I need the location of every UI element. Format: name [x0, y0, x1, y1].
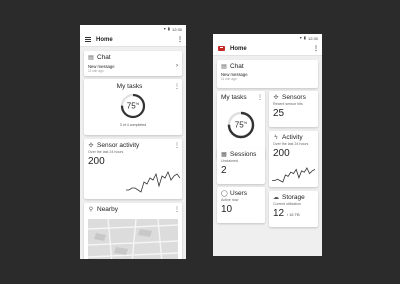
nearby-map[interactable]	[88, 219, 178, 259]
sensor-value: 200	[88, 156, 105, 167]
cloud-icon: ☁	[273, 195, 279, 201]
tasks-percent: 75%	[234, 120, 248, 130]
more-vert-icon[interactable]: ⋮	[174, 143, 180, 149]
storage-value: 12 / 16 TB	[269, 206, 318, 219]
location-pin-icon: ⚲	[88, 207, 94, 213]
tasks-title: My tasks	[116, 83, 143, 90]
battery-icon: ▮	[167, 26, 170, 31]
app-bar: Home ⋮	[213, 42, 322, 56]
phone-screen-right: ▾ ▮ 12:30 Home ⋮ ▤ Chat New message 11 m…	[213, 34, 322, 256]
more-vert-icon[interactable]: ⋮	[177, 37, 183, 43]
chat-icon: ▤	[88, 55, 94, 61]
chat-card[interactable]: ▤ Chat New message › 11 min ago	[84, 51, 182, 76]
sensors-value: 25	[273, 108, 285, 119]
tasks-caption: 3 of 4 completed	[119, 123, 147, 127]
chat-time: 11 min ago	[221, 77, 237, 81]
sensors-title: Sensors	[282, 94, 306, 101]
storage-used: 12	[273, 208, 285, 219]
nearby-card[interactable]: ⚲ Nearby ⋮	[84, 203, 182, 259]
users-value: 10	[221, 204, 233, 215]
sessions-card[interactable]: ▦ Sessions Unclaimed 2	[217, 148, 265, 184]
storage-card[interactable]: ☁ Storage Current utilization 12 / 16 TB	[269, 191, 318, 227]
wifi-icon: ▾	[163, 26, 166, 31]
app-bar: Home ⋮	[80, 33, 186, 47]
activity-value: 200	[273, 148, 290, 159]
more-vert-icon[interactable]: ⋮	[174, 84, 180, 90]
lightning-icon: ϟ	[274, 134, 278, 141]
tasks-title: My tasks	[221, 94, 247, 101]
sensor-icon: ✣	[273, 95, 279, 101]
more-vert-icon[interactable]: ⋮	[313, 46, 319, 52]
chat-message: New message	[88, 63, 115, 69]
sensor-title: Sensor activity	[97, 142, 140, 149]
status-bar: ▾ ▮ 12:30	[213, 34, 322, 42]
storage-unit: / 16 TB	[286, 212, 300, 217]
sensor-activity-card[interactable]: ✣ Sensor activity ⋮ Over the last 24 hou…	[84, 139, 182, 199]
phone-screen-left: ▾ ▮ 12:30 Home ⋮ ▤ Chat New message › 11…	[80, 25, 186, 259]
chevron-right-icon[interactable]: ›	[176, 63, 178, 69]
nearby-title: Nearby	[97, 206, 118, 213]
status-time: 12:30	[307, 35, 318, 41]
sensor-sparkline	[126, 171, 180, 193]
battery-icon: ▮	[303, 35, 306, 40]
tasks-card[interactable]: My tasks ⋮ 75% 3 of 4 completed	[84, 79, 182, 135]
person-icon: ◯	[221, 191, 228, 197]
chat-title: Chat	[230, 63, 244, 70]
app-bar-title: Home	[230, 45, 247, 52]
status-time: 12:30	[171, 26, 182, 32]
storage-title: Storage	[282, 194, 305, 201]
calendar-icon: ▦	[221, 152, 227, 158]
activity-sparkline	[272, 167, 315, 183]
more-vert-icon[interactable]: ⋮	[257, 95, 263, 101]
wifi-icon: ▾	[299, 35, 302, 40]
status-bar: ▾ ▮ 12:30	[80, 25, 186, 33]
chat-card[interactable]: ▤ Chat New message 11 min ago	[217, 60, 318, 88]
activity-title: Activity	[282, 134, 303, 141]
tasks-percent: 75%	[126, 101, 140, 111]
sessions-title: Sessions	[230, 151, 257, 158]
sensor-icon: ✣	[88, 143, 94, 149]
chat-time: 11 min ago	[88, 69, 104, 73]
logo-icon	[218, 46, 225, 51]
menu-icon[interactable]	[85, 37, 91, 42]
sensors-card[interactable]: ✣ Sensors Recent sensor hits 25	[269, 91, 318, 127]
users-title: Users	[230, 190, 247, 197]
chat-title: Chat	[97, 54, 111, 61]
users-card[interactable]: ◯ Users Active now 10	[217, 187, 265, 223]
sessions-value: 2	[221, 165, 227, 176]
chat-icon: ▤	[221, 64, 227, 70]
app-bar-title: Home	[96, 36, 113, 43]
activity-card[interactable]: ϟ Activity Over the last 24 hours 200	[269, 131, 318, 187]
more-vert-icon[interactable]: ⋮	[174, 207, 180, 213]
